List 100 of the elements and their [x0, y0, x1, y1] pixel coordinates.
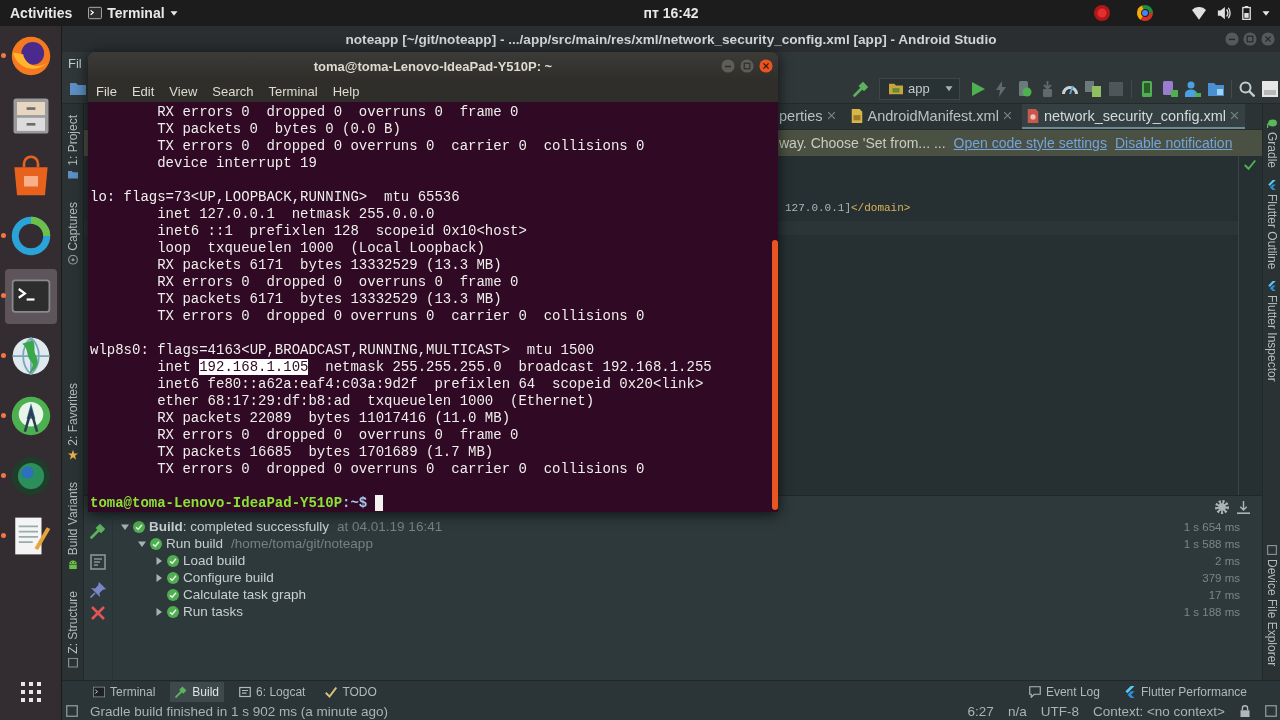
folder-icon: [888, 81, 904, 96]
search-icon[interactable]: [1239, 80, 1255, 97]
tree-item[interactable]: Calculate task graph: [183, 587, 307, 602]
caret-icon[interactable]: [138, 539, 146, 548]
file-icon: [849, 108, 864, 123]
scrollbar-thumb[interactable]: [772, 240, 778, 510]
tool-window-tab[interactable]: Flutter Inspector: [1264, 279, 1279, 385]
close-icon[interactable]: [826, 111, 836, 120]
check-circle-icon: [167, 554, 179, 567]
terminal-line: wlp8s0: flags=4163<UP,BROADCAST,RUNNING,MULTICAST> mtu 1500: [90, 342, 595, 358]
notification-text: way. Choose 'Set from... ...: [779, 135, 946, 151]
tool-window-tab[interactable]: 1: Project: [65, 113, 80, 182]
caret-icon[interactable]: [121, 522, 129, 531]
duration-text: 1 s 588 ms: [1183, 537, 1240, 550]
collapse-icon[interactable]: [1237, 500, 1250, 514]
tree-item[interactable]: Run build: [166, 536, 224, 551]
close-icon[interactable]: [1230, 111, 1240, 120]
file-icon: [1025, 108, 1040, 123]
tool-window-tab[interactable]: Flutter Outline: [1264, 178, 1279, 272]
terminal-line: device interrupt 19: [157, 155, 317, 171]
terminal-line: TX packets 16685 bytes 1701689 (1.7 MB): [157, 444, 494, 460]
tree-item[interactable]: Build: completed successfully: [149, 519, 330, 534]
tool-window-tab[interactable]: 2: Favorites: [65, 381, 80, 463]
terminal-line: RX packets 22089 bytes 11017416 (11.0 MB): [157, 410, 511, 426]
tree-item-detail: /home/toma/git/noteapp: [231, 536, 373, 551]
menu-item[interactable]: View: [165, 81, 202, 101]
caret-icon[interactable]: [155, 573, 163, 582]
gear-icon[interactable]: [1215, 500, 1229, 514]
chevron-icon: [1266, 180, 1277, 191]
square-icon[interactable]: [1262, 80, 1278, 97]
caret-icon: [1262, 9, 1270, 17]
pin-icon[interactable]: [90, 582, 106, 598]
caret-icon: [945, 85, 953, 92]
lock-icon[interactable]: [1239, 705, 1251, 717]
terminal-line: TX errors 0 dropped 0 overruns 0 carrier 0 collisions 0: [157, 138, 645, 154]
terminal-line: TX packets 6171 bytes 13332529 (13.3 MB): [157, 291, 502, 307]
tool-window-tab[interactable]: Z: Structure: [65, 589, 80, 670]
terminal-line: RX errors 0 dropped 0 overruns 0 frame 0: [157, 274, 519, 290]
system-menu[interactable]: [1192, 6, 1270, 20]
wifi-icon: [1192, 6, 1206, 20]
tree-item[interactable]: Load build: [183, 553, 246, 568]
duration-text: 1 s 188 ms: [1183, 605, 1240, 618]
run-config-dropdown[interactable]: app: [879, 77, 960, 100]
close-icon[interactable]: [759, 59, 773, 73]
line-separator[interactable]: n/a: [1007, 703, 1027, 719]
tool-window-tab[interactable]: Gradle: [1264, 116, 1279, 171]
duration-text: 1 s 654 ms: [1183, 520, 1240, 533]
app-grid-icon[interactable]: [20, 682, 41, 702]
tool-window-tab[interactable]: TODO: [320, 681, 382, 702]
menu-item[interactable]: Fil: [66, 54, 84, 72]
tree-item[interactable]: Run tasks: [183, 604, 244, 619]
color-wheel-icon[interactable]: [1137, 5, 1153, 21]
terminal-text: netmask 255.255.255.0 broadcast 192.168.1.255: [324, 359, 712, 375]
tree-item[interactable]: Configure build: [183, 570, 274, 585]
terminal-line: inet6 ::1 prefixlen 128 scopeid 0x10<host>: [157, 223, 527, 239]
device-icon[interactable]: [1016, 80, 1032, 97]
phone-icon[interactable]: [1139, 80, 1155, 97]
editor-tab[interactable]: perties: [778, 104, 842, 129]
tool-window-tab[interactable]: Build Variants: [65, 480, 80, 572]
tool-window-tab[interactable]: Captures: [65, 199, 80, 267]
disc-icon[interactable]: [1094, 5, 1110, 21]
tool-window-tab[interactable]: Terminal: [88, 681, 161, 702]
close-icon[interactable]: [1002, 111, 1012, 120]
person-icon[interactable]: [1185, 80, 1201, 97]
clock[interactable]: пт 16:42: [643, 5, 699, 21]
cursor-position[interactable]: 6:27: [967, 703, 994, 719]
compass-icon: [9, 395, 52, 437]
menu-item[interactable]: Terminal: [264, 81, 322, 101]
caret-icon[interactable]: [155, 607, 163, 616]
tool-window-tab[interactable]: Flutter Performance: [1118, 681, 1252, 702]
play-icon[interactable]: [970, 80, 986, 97]
file-encoding[interactable]: UTF-8: [1040, 703, 1079, 719]
menu-item[interactable]: File: [92, 81, 121, 101]
editor-tab[interactable]: AndroidManifest.xml: [845, 104, 1018, 129]
caret-icon[interactable]: [155, 556, 163, 565]
volume-icon: [1217, 6, 1231, 20]
app-menu[interactable]: Terminal: [88, 5, 178, 21]
window-title: toma@toma-Lenovo-IdeaPad-Y510P: ~: [312, 58, 554, 74]
tool-window-tab[interactable]: 6: Logcat: [234, 681, 311, 702]
menu-item[interactable]: Edit: [127, 81, 159, 101]
elephant-icon: [1266, 118, 1277, 128]
folder-icon[interactable]: [70, 80, 86, 97]
context-indicator[interactable]: Context: <no context>: [1092, 703, 1225, 719]
editor-tab[interactable]: network_security_config.xml: [1021, 104, 1246, 129]
squares-icon[interactable]: [1085, 80, 1101, 97]
menu-item[interactable]: Search: [208, 81, 258, 101]
tool-window-tab[interactable]: Build: [170, 681, 225, 702]
menu-item[interactable]: Help: [328, 81, 364, 101]
tool-window-tab[interactable]: Device File Explorer: [1264, 542, 1279, 668]
list-icon[interactable]: [90, 554, 106, 570]
terminal-icon: [88, 6, 103, 20]
folder-icon[interactable]: [1208, 80, 1224, 97]
close-icon[interactable]: [90, 605, 106, 621]
target-icon: [67, 254, 78, 265]
tool-window-tab[interactable]: Event Log: [1023, 681, 1105, 702]
phone-icon[interactable]: [1162, 80, 1178, 97]
terminal-line: TX packets 0 bytes 0 (0.0 B): [157, 121, 401, 137]
hammer-icon[interactable]: [853, 80, 869, 97]
hammer-icon[interactable]: [90, 523, 106, 539]
activities-button[interactable]: Activities: [6, 5, 77, 21]
